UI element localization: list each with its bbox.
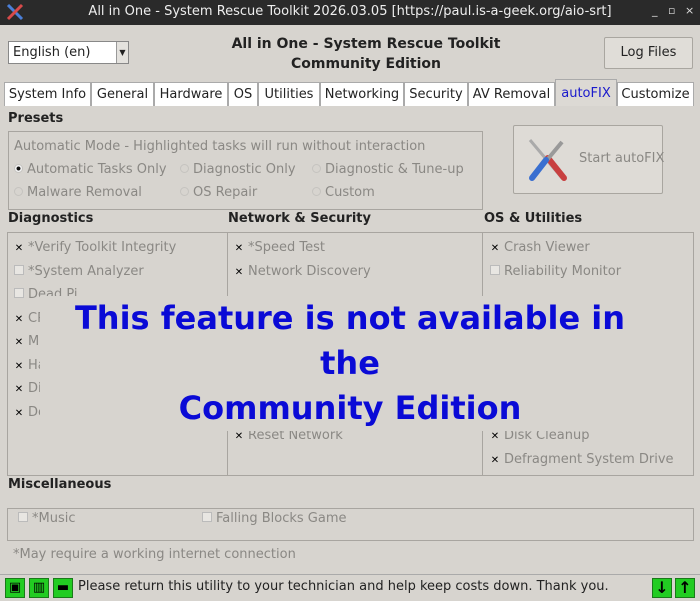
task-label: *Verify Toolkit Integrity <box>28 240 177 255</box>
checkbox[interactable] <box>490 264 500 275</box>
network-security-label: Network & Security <box>228 211 371 226</box>
radio-label: Diagnostic Only <box>193 162 296 177</box>
task-label: Crash Viewer <box>504 240 590 255</box>
radio-label: Malware Removal <box>27 185 142 200</box>
preset-radio[interactable]: OS Repair <box>180 185 257 200</box>
tab-av-removal[interactable]: AV Removal <box>468 82 555 106</box>
edition-title: Community Edition <box>291 56 441 72</box>
item-label: Falling Blocks Game <box>216 511 347 526</box>
diagnostics-label: Diagnostics <box>8 211 94 226</box>
language-value: English (en) <box>13 45 91 60</box>
misc-box <box>7 508 694 541</box>
os-utilities-label: OS & Utilities <box>484 211 583 226</box>
start-autofix-label: Start autoFIX <box>579 151 665 166</box>
checkbox[interactable]: ✕ <box>14 338 24 348</box>
memory-icon[interactable]: ▥ <box>29 578 49 598</box>
task-label: *Speed Test <box>248 240 325 255</box>
tab-general[interactable]: General <box>91 82 154 106</box>
preset-radio[interactable]: Malware Removal <box>14 185 142 200</box>
status-bar: ▣ ▥ ▬ Please return this utility to your… <box>0 574 700 601</box>
checkbox[interactable]: ✕ <box>14 244 24 254</box>
item-label: *Music <box>32 511 76 526</box>
radio-label: OS Repair <box>193 185 258 200</box>
app-title: All in One - System Rescue Toolkit <box>231 36 501 52</box>
checkbox[interactable]: ✕ <box>490 455 500 466</box>
cpu-icon[interactable]: ▣ <box>5 578 25 598</box>
radio-button[interactable] <box>14 187 23 196</box>
task-label: Defragment System Drive <box>504 451 674 467</box>
diagnostics-task[interactable]: *System Analyzer <box>14 264 144 279</box>
radio-button[interactable] <box>312 187 321 196</box>
log-files-button[interactable]: Log Files <box>604 37 693 69</box>
scroll-up-arrow-icon[interactable]: ↑ <box>675 578 695 598</box>
checkbox[interactable] <box>14 288 24 298</box>
tab-security[interactable]: Security <box>404 82 468 106</box>
checkbox[interactable]: ✕ <box>234 244 244 254</box>
overlay-line-1: This feature is not available in the <box>74 299 626 382</box>
tab-system-info[interactable]: System Info <box>4 82 91 106</box>
checkbox[interactable]: ✕ <box>490 432 500 442</box>
checkbox[interactable]: ✕ <box>234 267 244 278</box>
language-select[interactable]: English (en) ▼ <box>8 41 129 64</box>
checkbox[interactable]: ✕ <box>14 385 24 395</box>
task-label: *System Analyzer <box>28 263 144 279</box>
preset-radio[interactable]: Custom <box>312 185 375 200</box>
maximize-button[interactable]: ▫ <box>668 4 675 17</box>
tab-utilities[interactable]: Utilities <box>258 82 320 106</box>
overlay-line-2: Community Edition <box>178 389 522 427</box>
radio-label: Diagnostic & Tune-up <box>325 162 464 177</box>
os-task[interactable]: Reliability Monitor <box>490 264 621 279</box>
os-task[interactable]: ✕ Crash Viewer <box>490 240 590 255</box>
status-message: Please return this utility to your techn… <box>78 579 609 594</box>
drive-icon[interactable]: ▬ <box>53 578 73 598</box>
not-available-overlay: This feature is not available in the Comm… <box>40 296 660 431</box>
checkbox[interactable]: ✕ <box>234 432 244 442</box>
os-task[interactable]: ✕ Defragment System Drive <box>490 452 674 467</box>
checkbox[interactable]: ✕ <box>14 361 24 372</box>
radio-button[interactable] <box>180 164 189 173</box>
chevron-down-icon: ▼ <box>116 42 128 63</box>
radio-label: Automatic Tasks Only <box>27 162 167 177</box>
presets-description: Automatic Mode - Highlighted tasks will … <box>14 139 426 154</box>
task-label: Network Discovery <box>248 263 371 279</box>
close-button[interactable]: × <box>685 4 694 17</box>
checkbox[interactable] <box>18 512 28 522</box>
checkbox[interactable]: ✕ <box>14 408 24 419</box>
tab-os[interactable]: OS <box>228 82 258 106</box>
radio-button[interactable] <box>14 164 23 173</box>
window-title: All in One - System Rescue Toolkit 2026.… <box>88 4 612 19</box>
checkbox[interactable]: ✕ <box>14 314 24 325</box>
radio-button[interactable] <box>312 164 321 173</box>
tab-networking[interactable]: Networking <box>320 82 404 106</box>
preset-radio[interactable]: Diagnostic Only <box>180 162 296 177</box>
network-task[interactable]: ✕ *Speed Test <box>234 240 325 255</box>
checkbox[interactable]: ✕ <box>490 244 500 254</box>
preset-radio[interactable]: Automatic Tasks Only <box>14 162 167 177</box>
internet-note: *May require a working internet connecti… <box>13 547 296 562</box>
misc-falling-blocks[interactable]: Falling Blocks Game <box>202 511 346 526</box>
task-label: Reliability Monitor <box>504 263 622 279</box>
tab-customize[interactable]: Customize <box>617 82 694 106</box>
radio-button[interactable] <box>180 187 189 196</box>
tab-hardware[interactable]: Hardware <box>154 82 228 106</box>
presets-label: Presets <box>8 111 64 126</box>
tab-autofix[interactable]: autoFIX <box>555 79 617 106</box>
start-autofix-button[interactable]: Start autoFIX <box>513 125 665 194</box>
network-task[interactable]: ✕ Network Discovery <box>234 264 371 279</box>
scroll-down-arrow-icon[interactable]: ↓ <box>652 578 672 598</box>
checkbox[interactable] <box>14 264 24 275</box>
preset-radio[interactable]: Diagnostic & Tune-up <box>312 162 464 177</box>
misc-label: Miscellaneous <box>8 477 112 492</box>
misc-music[interactable]: *Music <box>18 511 76 526</box>
tools-icon <box>528 139 567 181</box>
checkbox[interactable] <box>202 512 212 522</box>
diagnostics-task[interactable]: ✕ *Verify Toolkit Integrity <box>14 240 177 255</box>
title-bar: All in One - System Rescue Toolkit 2026.… <box>0 0 700 25</box>
minimize-button[interactable]: _ <box>652 4 658 17</box>
radio-label: Custom <box>325 185 375 200</box>
